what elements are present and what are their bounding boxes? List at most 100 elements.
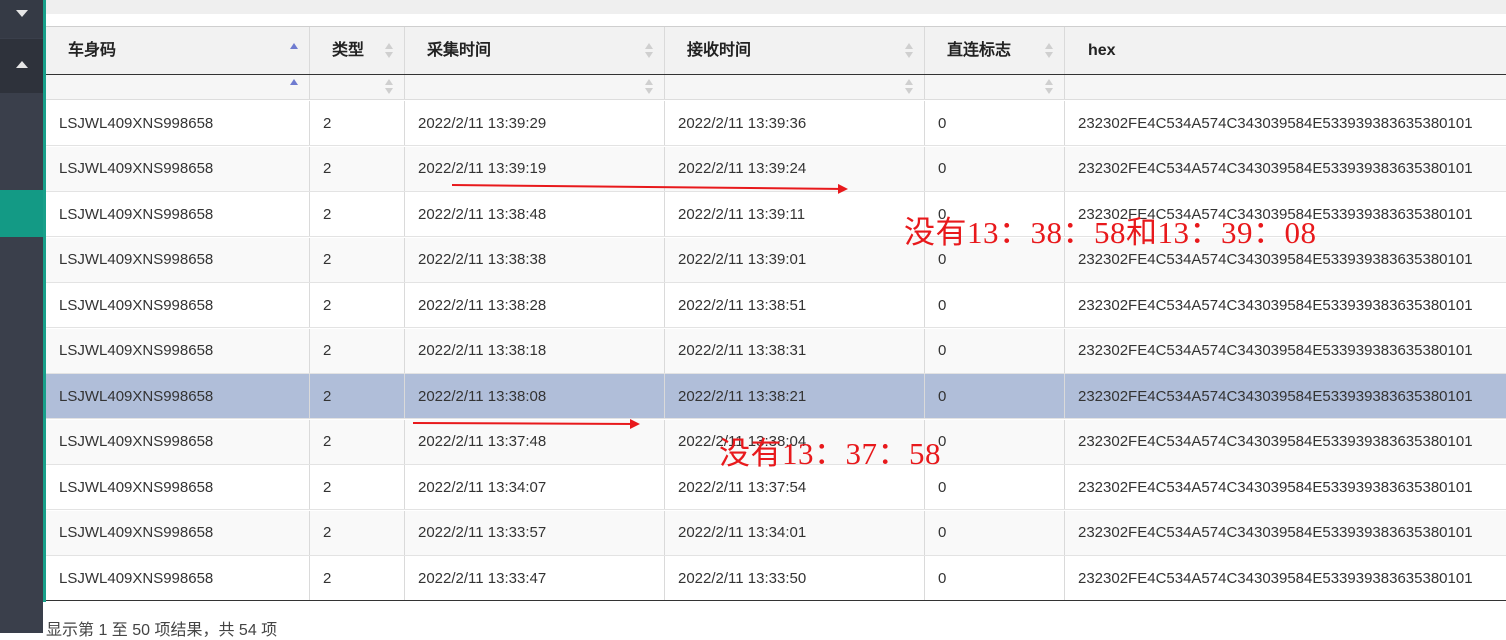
table-row[interactable]: LSJWL409XNS998658 2 2022/2/11 13:39:29 2022… [46, 101, 1506, 146]
filter-cell[interactable] [925, 75, 1065, 99]
table-cell-hex: 232302FE4C534A574C343039584E533939383635… [1078, 478, 1473, 496]
filter-cell[interactable] [310, 75, 405, 99]
table-row[interactable]: LSJWL409XNS998658 2 2022/2/11 13:38:18 2022… [46, 328, 1506, 374]
table-cell-hex: 232302FE4C534A574C343039584E533939383635… [1078, 296, 1473, 314]
table-cell-collect-time: 2022/2/11 13:34:07 [405, 465, 665, 509]
pagination-info: 显示第 1 至 50 项结果，共 54 项 [46, 622, 278, 639]
table-cell-receive-time: 2022/2/11 13:38:21 [665, 374, 925, 418]
sort-icon[interactable] [645, 42, 655, 59]
table-row[interactable]: LSJWL409XNS998658 2 2022/2/11 13:38:08 2022… [46, 374, 1506, 419]
table-row[interactable]: LSJWL409XNS998658 2 2022/2/11 13:39:19 2022… [46, 146, 1506, 192]
filter-cell[interactable] [46, 75, 310, 99]
collapse-button[interactable] [0, 0, 43, 38]
column-header-label: hex [1088, 41, 1116, 59]
annotation-note: 没有13：38：58和13：39：08 [904, 215, 1317, 250]
column-header-vin[interactable]: 车身码 [46, 27, 310, 74]
table-cell-vin: LSJWL409XNS998658 [46, 146, 310, 191]
table-cell-vin: LSJWL409XNS998658 [46, 237, 310, 282]
table-cell-receive-time: 2022/2/11 13:34:01 [665, 510, 925, 555]
table-cell-type: 2 [310, 510, 405, 555]
table-cell-collect-time: 2022/2/11 13:38:38 [405, 237, 665, 282]
column-header-label: 直连标志 [947, 41, 1012, 59]
sort-icon[interactable] [905, 79, 915, 95]
table-cell-vin: LSJWL409XNS998658 [46, 328, 310, 373]
sort-icon[interactable] [1045, 42, 1055, 59]
annotation-note: 没有13：37：58 [719, 436, 941, 471]
table-cell-hex: 232302FE4C534A574C343039584E533939383635… [1078, 524, 1473, 541]
table-cell-collect-time: 2022/2/11 13:38:48 [405, 192, 665, 236]
table-cell-hex: 232302FE4C534A574C343039584E533939383635… [1078, 569, 1473, 587]
column-header-direct-flag[interactable]: 直连标志 [925, 27, 1065, 74]
column-header-label: 类型 [332, 41, 365, 59]
table-cell-type: 2 [310, 146, 405, 191]
sort-icon[interactable] [385, 79, 395, 95]
table-cell-vin: LSJWL409XNS998658 [46, 419, 310, 464]
table-cell-direct-flag: 0 [925, 465, 1065, 509]
sort-icon[interactable] [385, 42, 395, 59]
column-header-hex[interactable]: hex [1065, 27, 1506, 74]
table-cell-hex: 232302FE4C534A574C343039584E533939383635… [1078, 387, 1473, 405]
expand-button[interactable] [0, 39, 43, 93]
filter-cell[interactable] [665, 75, 925, 99]
table-cell-type: 2 [310, 237, 405, 282]
table-cell-vin: LSJWL409XNS998658 [46, 556, 310, 600]
table-cell-collect-time: 2022/2/11 13:39:29 [405, 101, 665, 145]
sort-asc-icon[interactable] [290, 79, 300, 95]
toolbar-strip [46, 0, 1506, 14]
table-cell-receive-time: 2022/2/11 13:38:31 [665, 328, 925, 373]
sort-icon[interactable] [645, 79, 655, 95]
column-header-label: 接收时间 [687, 41, 752, 59]
column-header-label: 车身码 [68, 41, 117, 59]
table-cell-hex: 232302FE4C534A574C343039584E533939383635… [1078, 114, 1473, 132]
filter-cell[interactable] [405, 75, 665, 99]
table-cell-collect-time: 2022/2/11 13:37:48 [405, 419, 665, 464]
sort-asc-icon[interactable] [290, 42, 300, 59]
table-cell-type: 2 [310, 465, 405, 509]
table-cell-receive-time: 2022/2/11 13:39:01 [665, 237, 925, 282]
table-cell-vin: LSJWL409XNS998658 [46, 283, 310, 327]
table-row[interactable]: LSJWL409XNS998658 2 2022/2/11 13:38:28 2022… [46, 283, 1506, 328]
column-header-collect-time[interactable]: 采集时间 [405, 27, 665, 74]
table-bottom-border [46, 600, 1506, 601]
sort-icon[interactable] [905, 42, 915, 59]
table-cell-type: 2 [310, 283, 405, 327]
table-cell-collect-time: 2022/2/11 13:33:57 [405, 510, 665, 555]
column-header-type[interactable]: 类型 [310, 27, 405, 74]
table-cell-direct-flag: 0 [925, 283, 1065, 327]
table-cell-type: 2 [310, 419, 405, 464]
table-cell-type: 2 [310, 374, 405, 418]
table-cell-vin: LSJWL409XNS998658 [46, 192, 310, 236]
table-cell-direct-flag: 0 [925, 419, 1065, 464]
table-header: 车身码 类型 采集时间 接收时间 直连标志 hex [46, 26, 1506, 75]
table-row[interactable]: LSJWL409XNS998658 2 2022/2/11 13:33:57 2022… [46, 510, 1506, 556]
table-cell-direct-flag: 0 [925, 510, 1065, 555]
table-cell-vin: LSJWL409XNS998658 [46, 374, 310, 418]
column-header-label: 采集时间 [427, 41, 492, 59]
chevron-down-icon [16, 10, 28, 17]
table-cell-receive-time: 2022/2/11 13:38:51 [665, 283, 925, 327]
table-cell-direct-flag: 0 [925, 556, 1065, 600]
filter-cell[interactable] [1065, 75, 1506, 99]
table-cell-collect-time: 2022/2/11 13:38:08 [405, 374, 665, 418]
table-cell-receive-time: 2022/2/11 13:39:24 [665, 146, 925, 191]
table-cell-direct-flag: 0 [925, 328, 1065, 373]
table-cell-direct-flag: 0 [925, 146, 1065, 191]
sidebar-active-item[interactable] [0, 190, 43, 237]
table-cell-hex: 232302FE4C534A574C343039584E533939383635… [1078, 433, 1473, 450]
table-cell-collect-time: 2022/2/11 13:38:18 [405, 328, 665, 373]
column-header-receive-time[interactable]: 接收时间 [665, 27, 925, 74]
table-cell-hex: 232302FE4C534A574C343039584E533939383635… [1078, 160, 1473, 177]
table-cell-type: 2 [310, 556, 405, 600]
table-cell-collect-time: 2022/2/11 13:39:19 [405, 146, 665, 191]
table-cell-receive-time: 2022/2/11 13:39:36 [665, 101, 925, 145]
table-cell-collect-time: 2022/2/11 13:38:28 [405, 283, 665, 327]
table-cell-type: 2 [310, 328, 405, 373]
table-cell-direct-flag: 0 [925, 374, 1065, 418]
table-cell-collect-time: 2022/2/11 13:33:47 [405, 556, 665, 600]
table-row[interactable]: LSJWL409XNS998658 2 2022/2/11 13:33:47 2022… [46, 556, 1506, 601]
table-cell-type: 2 [310, 101, 405, 145]
sort-icon[interactable] [1045, 79, 1055, 95]
table-cell-hex: 232302FE4C534A574C343039584E533939383635… [1078, 342, 1473, 359]
sidebar [0, 0, 43, 633]
table-cell-type: 2 [310, 192, 405, 236]
